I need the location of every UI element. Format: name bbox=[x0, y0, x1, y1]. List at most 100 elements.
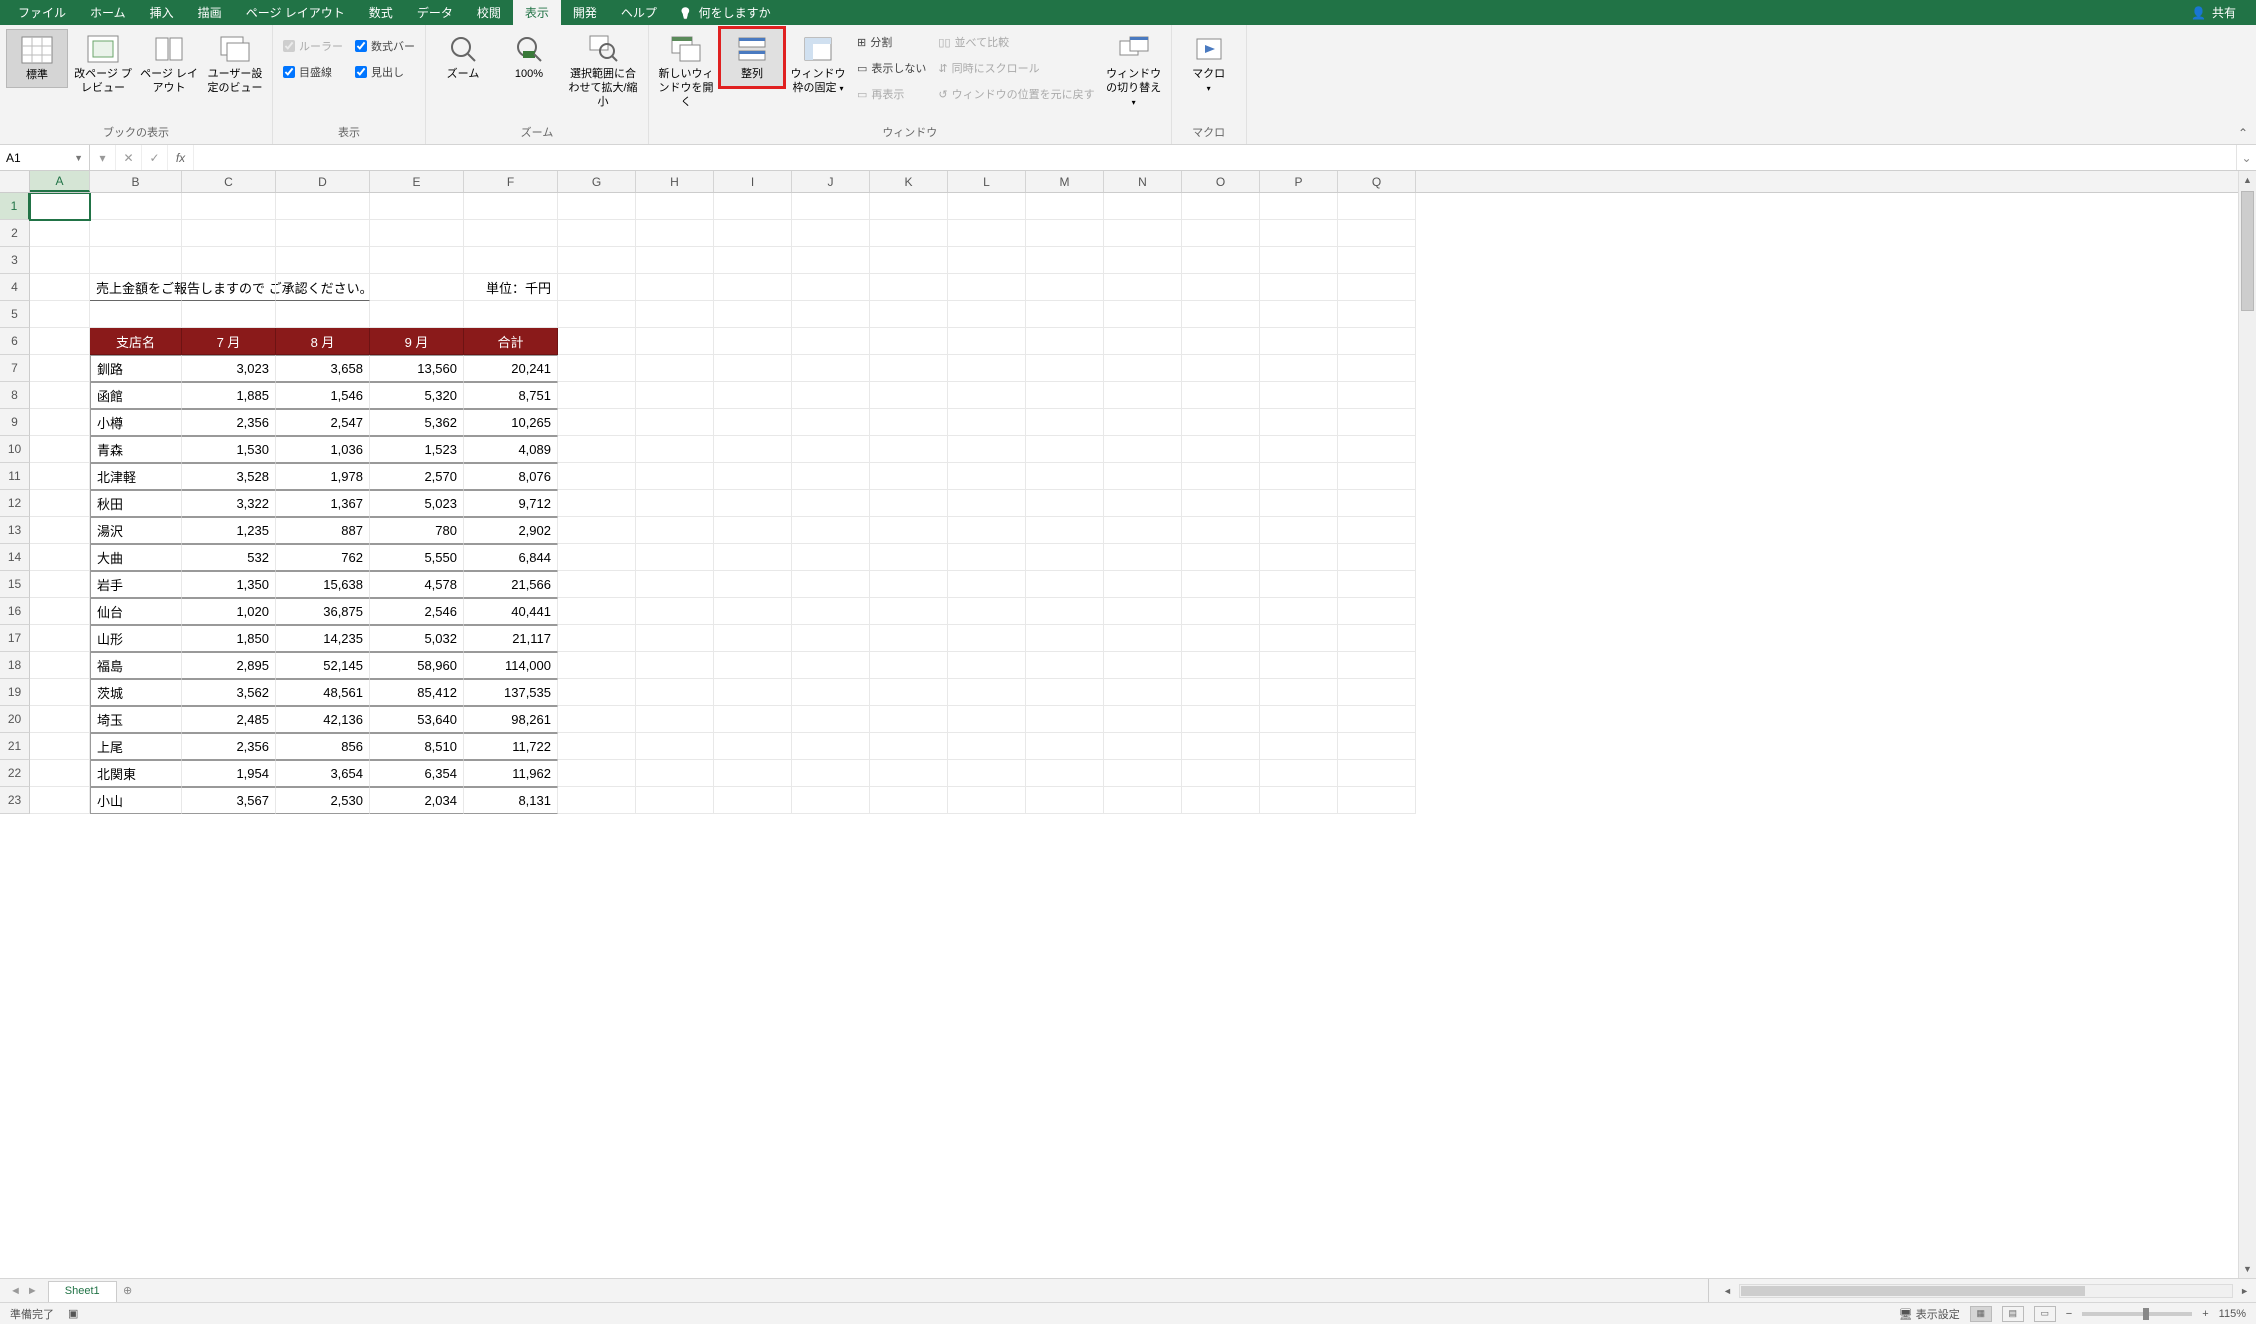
cell-I11[interactable] bbox=[714, 463, 792, 490]
zoom-in-button[interactable]: + bbox=[2202, 1308, 2208, 1320]
cell-K16[interactable] bbox=[870, 598, 948, 625]
hide-button[interactable]: ▭表示しない bbox=[853, 57, 930, 79]
formula-bar-checkbox[interactable]: 数式バー bbox=[351, 35, 419, 57]
cell-Q5[interactable] bbox=[1338, 301, 1416, 328]
cell-D8[interactable]: 1,546 bbox=[276, 382, 370, 409]
formula-input[interactable] bbox=[194, 145, 2236, 170]
cell-I15[interactable] bbox=[714, 571, 792, 598]
cell-A7[interactable] bbox=[30, 355, 90, 382]
cell-H19[interactable] bbox=[636, 679, 714, 706]
cell-F10[interactable]: 4,089 bbox=[464, 436, 558, 463]
cell-P13[interactable] bbox=[1260, 517, 1338, 544]
cell-M19[interactable] bbox=[1026, 679, 1104, 706]
cell-C19[interactable]: 3,562 bbox=[182, 679, 276, 706]
cell-C12[interactable]: 3,322 bbox=[182, 490, 276, 517]
cell-J22[interactable] bbox=[792, 760, 870, 787]
scroll-up-button[interactable]: ▲ bbox=[2239, 171, 2256, 189]
menu-tab-1[interactable]: ホーム bbox=[78, 0, 138, 25]
cell-K13[interactable] bbox=[870, 517, 948, 544]
cell-A5[interactable] bbox=[30, 301, 90, 328]
cell-O3[interactable] bbox=[1182, 247, 1260, 274]
cell-D15[interactable]: 15,638 bbox=[276, 571, 370, 598]
cell-O6[interactable] bbox=[1182, 328, 1260, 355]
cell-C9[interactable]: 2,356 bbox=[182, 409, 276, 436]
view-page-layout-button[interactable]: ページ レイアウト bbox=[138, 29, 200, 100]
cell-J19[interactable] bbox=[792, 679, 870, 706]
cell-O9[interactable] bbox=[1182, 409, 1260, 436]
cell-H5[interactable] bbox=[636, 301, 714, 328]
cell-E3[interactable] bbox=[370, 247, 464, 274]
name-box[interactable]: A1▼ bbox=[0, 145, 90, 170]
cell-N15[interactable] bbox=[1104, 571, 1182, 598]
cell-C4[interactable] bbox=[182, 274, 276, 301]
col-header-O[interactable]: O bbox=[1182, 171, 1260, 192]
cell-N11[interactable] bbox=[1104, 463, 1182, 490]
cell-P22[interactable] bbox=[1260, 760, 1338, 787]
cell-C18[interactable]: 2,895 bbox=[182, 652, 276, 679]
cell-O19[interactable] bbox=[1182, 679, 1260, 706]
zoom-knob[interactable] bbox=[2143, 1308, 2149, 1320]
cell-G12[interactable] bbox=[558, 490, 636, 517]
cell-K7[interactable] bbox=[870, 355, 948, 382]
cell-Q22[interactable] bbox=[1338, 760, 1416, 787]
cell-H15[interactable] bbox=[636, 571, 714, 598]
cell-H10[interactable] bbox=[636, 436, 714, 463]
cell-J11[interactable] bbox=[792, 463, 870, 490]
cell-L4[interactable] bbox=[948, 274, 1026, 301]
row-header-17[interactable]: 17 bbox=[0, 625, 30, 652]
macro-record-icon[interactable]: ▣ bbox=[68, 1307, 78, 1320]
headings-checkbox[interactable]: 見出し bbox=[351, 61, 419, 83]
sheet-tab-sheet1[interactable]: Sheet1 bbox=[48, 1281, 117, 1302]
cell-Q17[interactable] bbox=[1338, 625, 1416, 652]
cell-J14[interactable] bbox=[792, 544, 870, 571]
cell-L19[interactable] bbox=[948, 679, 1026, 706]
cell-P7[interactable] bbox=[1260, 355, 1338, 382]
cell-L12[interactable] bbox=[948, 490, 1026, 517]
cell-G17[interactable] bbox=[558, 625, 636, 652]
menu-tab-4[interactable]: ページ レイアウト bbox=[234, 0, 357, 25]
cell-D7[interactable]: 3,658 bbox=[276, 355, 370, 382]
arrange-all-button[interactable]: 整列 bbox=[721, 29, 783, 86]
cell-E21[interactable]: 8,510 bbox=[370, 733, 464, 760]
cell-L5[interactable] bbox=[948, 301, 1026, 328]
cell-J5[interactable] bbox=[792, 301, 870, 328]
row-header-1[interactable]: 1 bbox=[0, 193, 30, 220]
col-header-E[interactable]: E bbox=[370, 171, 464, 192]
cell-G18[interactable] bbox=[558, 652, 636, 679]
cell-B2[interactable] bbox=[90, 220, 182, 247]
cell-J4[interactable] bbox=[792, 274, 870, 301]
expand-formula-bar-button[interactable]: ⌄ bbox=[2236, 145, 2256, 170]
cell-Q20[interactable] bbox=[1338, 706, 1416, 733]
cell-J2[interactable] bbox=[792, 220, 870, 247]
cell-Q3[interactable] bbox=[1338, 247, 1416, 274]
cell-K17[interactable] bbox=[870, 625, 948, 652]
cell-A19[interactable] bbox=[30, 679, 90, 706]
cell-I18[interactable] bbox=[714, 652, 792, 679]
cell-K2[interactable] bbox=[870, 220, 948, 247]
col-header-A[interactable]: A bbox=[30, 171, 90, 192]
cell-K11[interactable] bbox=[870, 463, 948, 490]
cell-A17[interactable] bbox=[30, 625, 90, 652]
menu-tab-2[interactable]: 挿入 bbox=[138, 0, 186, 25]
cell-H12[interactable] bbox=[636, 490, 714, 517]
cell-H11[interactable] bbox=[636, 463, 714, 490]
cell-Q11[interactable] bbox=[1338, 463, 1416, 490]
row-header-15[interactable]: 15 bbox=[0, 571, 30, 598]
cell-B6[interactable]: 支店名 bbox=[90, 328, 182, 355]
cell-N1[interactable] bbox=[1104, 193, 1182, 220]
cell-J15[interactable] bbox=[792, 571, 870, 598]
cell-N9[interactable] bbox=[1104, 409, 1182, 436]
cell-P18[interactable] bbox=[1260, 652, 1338, 679]
cell-G23[interactable] bbox=[558, 787, 636, 814]
cell-N19[interactable] bbox=[1104, 679, 1182, 706]
cell-B8[interactable]: 函館 bbox=[90, 382, 182, 409]
cell-M6[interactable] bbox=[1026, 328, 1104, 355]
col-header-D[interactable]: D bbox=[276, 171, 370, 192]
cell-P20[interactable] bbox=[1260, 706, 1338, 733]
cell-F22[interactable]: 11,962 bbox=[464, 760, 558, 787]
cell-B14[interactable]: 大曲 bbox=[90, 544, 182, 571]
cell-G9[interactable] bbox=[558, 409, 636, 436]
cell-F9[interactable]: 10,265 bbox=[464, 409, 558, 436]
cell-M15[interactable] bbox=[1026, 571, 1104, 598]
cell-A3[interactable] bbox=[30, 247, 90, 274]
